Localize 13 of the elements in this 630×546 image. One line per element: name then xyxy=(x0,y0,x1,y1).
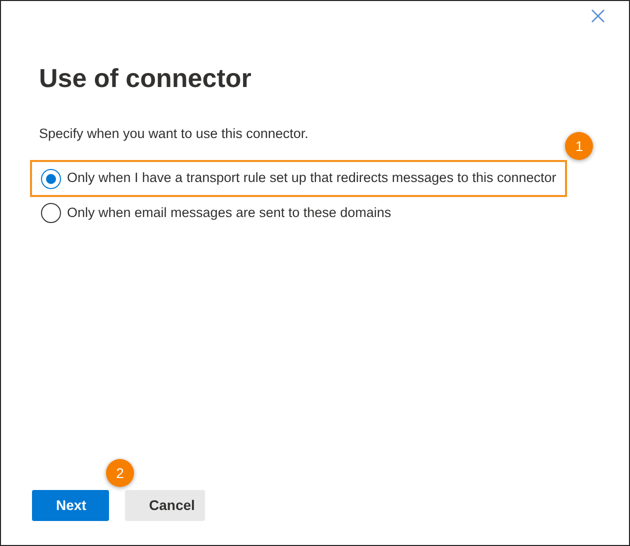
callout-number: 2 xyxy=(106,459,134,487)
next-button[interactable]: Next xyxy=(32,490,109,521)
close-icon[interactable] xyxy=(589,7,607,25)
callout-number: 1 xyxy=(565,132,594,160)
description-text: Specify when you want to use this connector. xyxy=(39,125,310,144)
radio-label: Only when I have a transport rule set up that redirects messages to this connector xyxy=(67,169,556,188)
radio-option[interactable]: Only when email messages are sent to these domains xyxy=(30,194,402,231)
radio-label: Only when email messages are sent to these domains xyxy=(67,204,392,222)
cancel-button[interactable]: Cancel xyxy=(125,490,205,521)
radio-button[interactable] xyxy=(41,168,61,189)
dialog-title: Use of connector xyxy=(39,63,252,94)
highlighted-radio-option[interactable]: Only when I have a transport rule set up that redirects messages to this connector xyxy=(30,160,568,197)
radio-button[interactable] xyxy=(41,202,61,223)
